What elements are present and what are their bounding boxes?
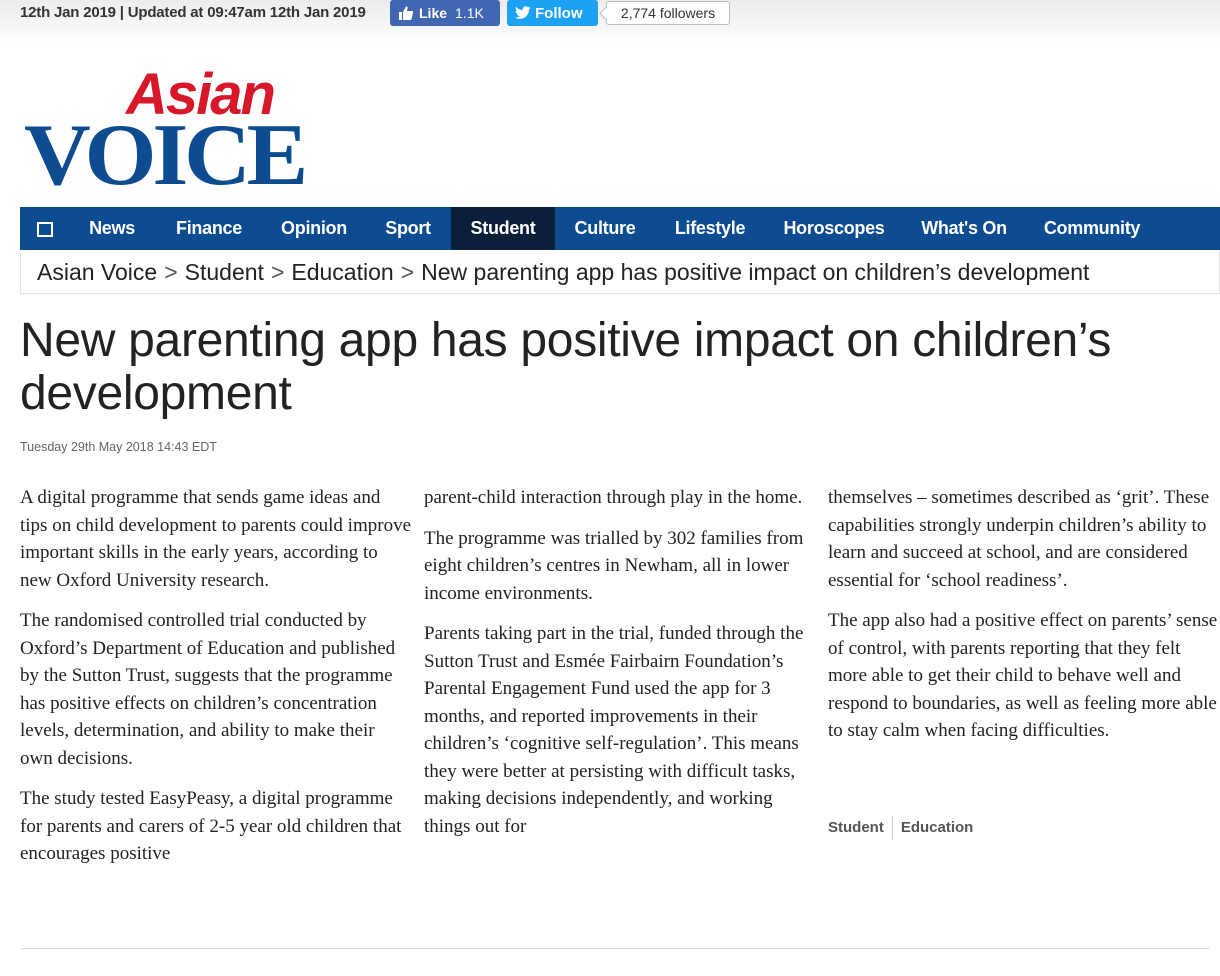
breadcrumb-link-education[interactable]: Education xyxy=(291,259,393,285)
breadcrumb-separator: > xyxy=(270,259,285,285)
breadcrumb: Asian Voice > Student > Education > New parent… xyxy=(20,252,1220,294)
breadcrumb-link-student[interactable]: Student xyxy=(185,259,264,285)
logo-voice-text: VOICE xyxy=(24,107,304,190)
thumbs-up-icon xyxy=(399,6,414,20)
paragraph: The study tested EasyPeasy, a digital pr… xyxy=(20,788,402,864)
paragraph: The programme was trialled by 302 famili… xyxy=(424,527,804,604)
article-tags: Student Education xyxy=(828,816,981,840)
headline-line-1: New parenting app has positive impact on… xyxy=(20,314,1112,367)
asian-voice-logo[interactable]: Asian VOICE xyxy=(24,60,314,190)
nav-item-opinion[interactable]: Opinion xyxy=(270,207,358,250)
paragraph: parent-child interaction through play in… xyxy=(424,487,803,508)
paragraph: The randomised controlled trial conducte… xyxy=(20,610,396,769)
headline-line-2: development xyxy=(20,367,292,420)
main-navigation: News Finance Opinion Sport Student Cultu… xyxy=(20,207,1220,250)
nav-item-sport[interactable]: Sport xyxy=(373,207,443,250)
nav-item-finance[interactable]: Finance xyxy=(165,207,253,250)
tag-student[interactable]: Student xyxy=(828,816,892,840)
paragraph: themselves – sometimes described as ‘gri… xyxy=(828,487,1210,591)
article-column-3: themselves – sometimes described as ‘gri… xyxy=(828,484,1220,758)
nav-item-student[interactable]: Student xyxy=(451,207,555,250)
paragraph: A digital programme that sends game idea… xyxy=(20,487,412,591)
top-strip: 12th Jan 2019 | Updated at 09:47am 12th … xyxy=(0,0,1220,46)
tag-education[interactable]: Education xyxy=(891,816,982,840)
like-count: 1.1K xyxy=(455,5,484,21)
article-column-1: A digital programme that sends game idea… xyxy=(20,484,412,881)
paragraph: Parents taking part in the trial, funded… xyxy=(424,623,804,837)
breadcrumb-link-home[interactable]: Asian Voice xyxy=(37,259,157,285)
breadcrumb-separator: > xyxy=(164,259,178,285)
follow-label: Follow xyxy=(535,4,583,22)
breadcrumb-separator: > xyxy=(400,259,415,285)
twitter-follow-button[interactable]: Follow xyxy=(507,0,598,26)
followers-count: 2,774 followers xyxy=(606,1,730,25)
article-column-2: parent-child interaction through play in… xyxy=(424,484,810,853)
nav-item-culture[interactable]: Culture xyxy=(565,207,645,250)
nav-item-whats-on[interactable]: What's On xyxy=(911,207,1017,250)
breadcrumb-current: New parenting app has positive impact on… xyxy=(421,259,1090,285)
divider xyxy=(20,948,1210,949)
nav-item-news[interactable]: News xyxy=(76,207,148,250)
article-headline: New parenting app has positive impact on… xyxy=(20,314,1200,420)
like-label: Like xyxy=(419,5,448,21)
twitter-bird-icon xyxy=(515,6,531,19)
facebook-like-button[interactable]: Like 1.1K xyxy=(390,0,500,26)
updated-date: 12th Jan 2019 | Updated at 09:47am 12th … xyxy=(20,4,366,21)
article-dateline: Tuesday 29th May 2018 14:43 EDT xyxy=(20,440,217,454)
menu-square-icon[interactable] xyxy=(37,222,53,237)
nav-item-lifestyle[interactable]: Lifestyle xyxy=(663,207,757,250)
nav-item-horoscopes[interactable]: Horoscopes xyxy=(774,207,894,250)
nav-item-community[interactable]: Community xyxy=(1033,207,1151,250)
paragraph: The app also had a positive effect on pa… xyxy=(828,610,1218,741)
